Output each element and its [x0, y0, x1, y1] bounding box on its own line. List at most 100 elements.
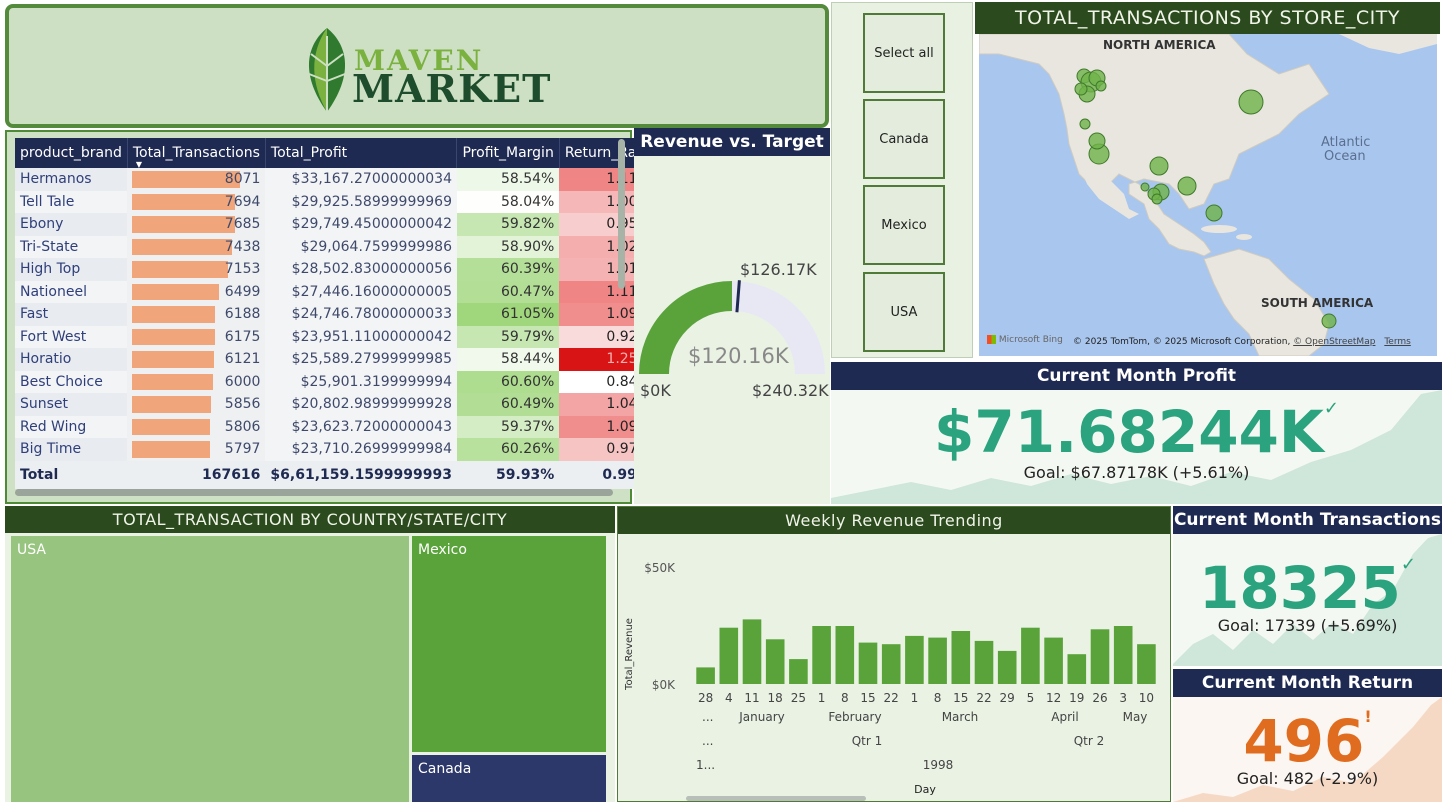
revenue-bar[interactable]: [696, 667, 715, 684]
table-row[interactable]: Nationeel 6499 $27,446.16000000005 60.47% 1.…: [15, 280, 656, 303]
slicer-select-all[interactable]: Select all: [863, 13, 945, 93]
treemap-tile-canada[interactable]: Canada: [412, 755, 606, 802]
slicer-usa[interactable]: USA: [863, 272, 945, 352]
table-vertical-scrollbar[interactable]: [618, 139, 625, 289]
map-bubble[interactable]: [1079, 118, 1091, 130]
x-tick-label: 18: [768, 691, 783, 705]
col-header-brand[interactable]: product_brand: [15, 138, 128, 168]
transactions-databar: [132, 238, 232, 255]
map-bubble[interactable]: [1177, 176, 1197, 196]
transactions-cell: 6188: [127, 303, 266, 326]
kpi-return-panel: Current Month Return 496! Goal: 482 (-2.…: [1173, 669, 1442, 802]
check-icon: ✓: [1323, 398, 1339, 419]
profit-cell: $33,167.27000000034: [265, 168, 457, 191]
revenue-bar[interactable]: [881, 644, 901, 684]
table-row[interactable]: Sunset 5856 $20,802.98999999928 60.49% 1.04%: [15, 393, 656, 416]
brand-cell: High Top: [15, 258, 128, 281]
brand-cell: Fast: [15, 303, 128, 326]
col-header-transactions[interactable]: Total_Transactions ▼: [127, 138, 266, 169]
treemap-tile-usa[interactable]: USA: [11, 536, 409, 802]
revenue-bar[interactable]: [1090, 629, 1110, 684]
revenue-gauge-panel: Revenue vs. Target $126.17K $120.16K $0K…: [634, 128, 830, 504]
revenue-bar[interactable]: [997, 650, 1017, 684]
total-margin: 59.93%: [456, 460, 560, 489]
map-bubble[interactable]: [1321, 313, 1337, 329]
revenue-bar[interactable]: [1021, 627, 1040, 684]
logo-text-market: MARKET: [352, 66, 552, 111]
map-bubble[interactable]: [1095, 80, 1107, 92]
revenue-bar[interactable]: [858, 642, 878, 684]
map-bubble[interactable]: [1088, 132, 1106, 150]
revenue-bar[interactable]: [1113, 626, 1133, 684]
table-row[interactable]: Fort West 6175 $23,951.11000000042 59.79% 0.…: [15, 325, 656, 348]
table-row[interactable]: Horatio 6121 $25,589.27999999985 58.44% 1.25…: [15, 348, 656, 371]
revenue-bar[interactable]: [951, 631, 971, 684]
table-row[interactable]: Best Choice 6000 $25,901.3199999994 60.60% 0…: [15, 370, 656, 393]
table-row[interactable]: Tri-State 7438 $29,064.7599999986 58.90% 1.0…: [15, 235, 656, 258]
map-bubble[interactable]: [1149, 156, 1169, 176]
revenue-bar[interactable]: [742, 619, 762, 684]
treemap-tile-mexico[interactable]: Mexico: [412, 536, 606, 752]
table-row[interactable]: Fast 6188 $24,746.78000000033 61.05% 1.09%: [15, 303, 656, 326]
country-slicer: Select all Canada Mexico USA: [831, 2, 973, 358]
map-terms-link[interactable]: Terms: [1384, 337, 1411, 347]
x-tick-label: 10: [1139, 691, 1154, 705]
map-bubble[interactable]: [1205, 204, 1223, 222]
transactions-cell: 8071: [127, 168, 266, 191]
map-bubble[interactable]: [1238, 89, 1264, 115]
revenue-bar[interactable]: [905, 635, 924, 684]
transactions-cell: 5856: [127, 393, 266, 416]
revenue-bar[interactable]: [1067, 654, 1087, 684]
table-row[interactable]: Hermanos 8071 $33,167.27000000034 58.54% 1.1…: [15, 168, 656, 191]
map-bubble[interactable]: [1151, 193, 1163, 205]
revenue-bar[interactable]: [765, 639, 785, 684]
map-copyright-text: © 2025 TomTom, © 2025 Microsoft Corporat…: [1073, 337, 1291, 347]
table-row[interactable]: High Top 7153 $28,502.83000000056 60.39% 1.0…: [15, 258, 656, 281]
chart-horizontal-scrollbar[interactable]: [686, 796, 866, 801]
table-row[interactable]: Red Wing 5806 $23,623.72000000043 59.37% 1.0…: [15, 415, 656, 438]
kpi-transactions-panel: Current Month Transactions 18325✓ Goal: …: [1173, 506, 1442, 666]
profit-cell: $28,502.83000000056: [265, 258, 457, 281]
slicer-mexico[interactable]: Mexico: [863, 185, 945, 265]
revenue-bar[interactable]: [1044, 637, 1063, 684]
table-row[interactable]: Tell Tale 7694 $29,925.58999999969 58.04% 1.…: [15, 190, 656, 213]
col-header-margin[interactable]: Profit_Margin: [456, 138, 560, 168]
map-bubble[interactable]: [1074, 82, 1088, 96]
margin-cell: 60.47%: [456, 280, 560, 303]
transactions-cell: 7685: [127, 213, 266, 236]
map-osm-link[interactable]: © OpenStreetMap: [1293, 337, 1375, 347]
revenue-bar[interactable]: [812, 626, 831, 684]
transactions-databar: [132, 216, 236, 233]
revenue-bar[interactable]: [789, 659, 808, 684]
x-tick-label: 1: [911, 691, 919, 705]
revenue-bar[interactable]: [719, 627, 739, 684]
revenue-bar[interactable]: [974, 640, 994, 684]
y-tick-50k: $50K: [644, 561, 676, 575]
transactions-databar: [132, 328, 215, 345]
profit-cell: $29,064.7599999986: [265, 235, 457, 258]
slicer-canada[interactable]: Canada: [863, 99, 945, 179]
col-header-profit[interactable]: Total_Profit: [265, 138, 458, 168]
revenue-bar[interactable]: [928, 637, 947, 684]
profit-cell: $23,623.72000000043: [265, 415, 457, 438]
brand-cell: Red Wing: [15, 415, 128, 438]
table-row[interactable]: Big Time 5797 $23,710.26999999984 60.26% 0.9…: [15, 438, 656, 461]
table-horizontal-scrollbar[interactable]: [15, 489, 613, 496]
month-january: January: [738, 710, 785, 724]
transactions-value: 6499: [224, 283, 261, 300]
leaf-logo-icon: [308, 28, 346, 112]
table-row[interactable]: Ebony 7685 $29,749.45000000042 59.82% 0.95%: [15, 213, 656, 236]
map-copyright: © 2025 TomTom, © 2025 Microsoft Corporat…: [1073, 337, 1411, 347]
profit-cell: $23,710.26999999984: [265, 438, 457, 461]
kpi-profit-value-text: $71.68244K: [934, 398, 1324, 466]
total-transactions: 167616: [127, 460, 266, 489]
revenue-bar[interactable]: [835, 626, 855, 684]
transactions-value: 5856: [224, 396, 261, 413]
transactions-databar: [132, 418, 211, 435]
revenue-bar[interactable]: [1137, 644, 1156, 684]
map-bubble[interactable]: [1140, 182, 1150, 192]
margin-cell: 61.05%: [456, 303, 560, 326]
kpi-profit-value: $71.68244K✓: [831, 398, 1442, 466]
store-city-map[interactable]: NORTH AMERICA SOUTH AMERICA Atlantic Oce…: [979, 34, 1437, 356]
margin-cell: 59.79%: [456, 325, 560, 348]
